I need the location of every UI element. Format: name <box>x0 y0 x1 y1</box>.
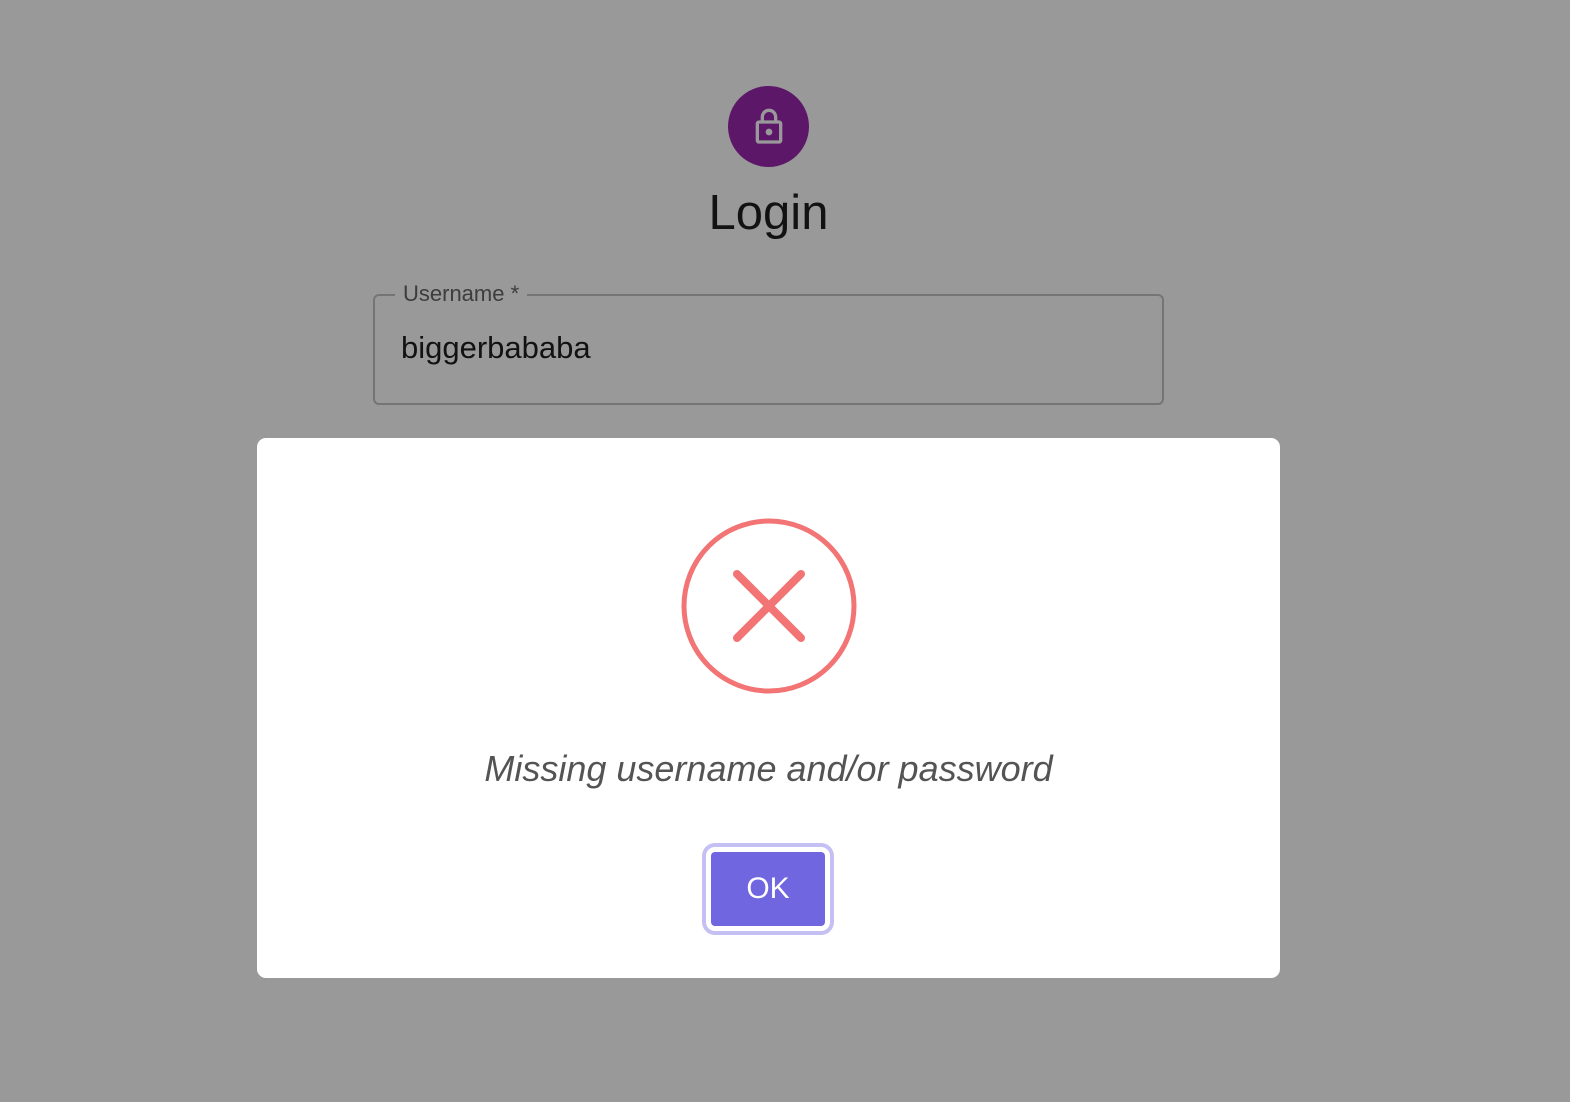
error-icon-wrapper <box>679 516 859 696</box>
error-x-icon <box>681 518 857 694</box>
error-message: Missing username and/or password <box>484 748 1053 789</box>
error-dialog: Missing username and/or password OK <box>257 438 1280 978</box>
ok-button[interactable]: OK <box>706 847 830 931</box>
